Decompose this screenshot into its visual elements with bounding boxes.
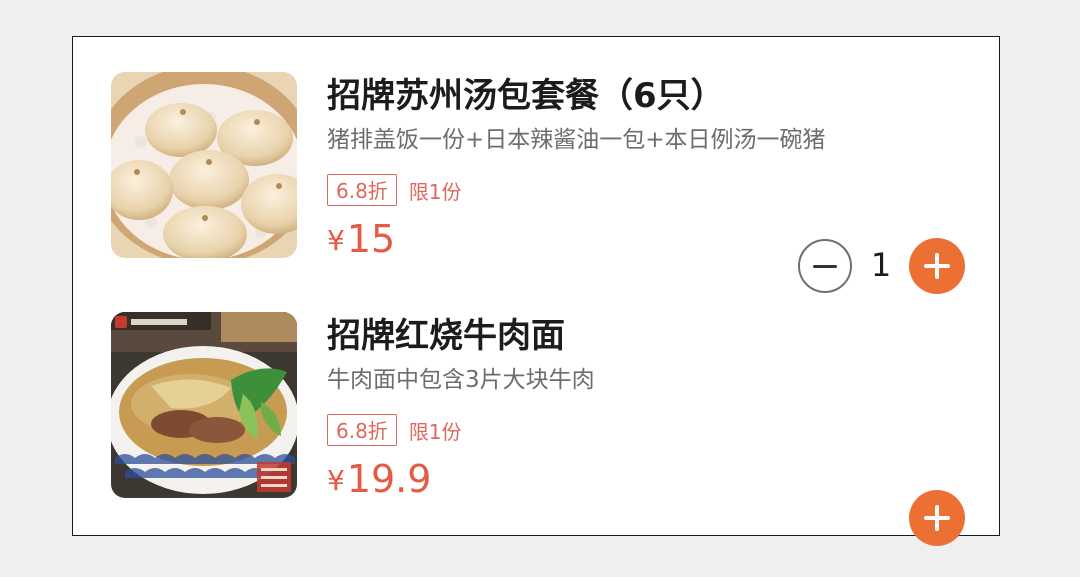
menu-item[interactable]: 招牌苏州汤包套餐（6只） 猪排盖饭一份+日本辣酱油一包+本日例汤一碗猪 6.8折… bbox=[73, 72, 999, 294]
item-name: 招牌苏州汤包套餐（6只） bbox=[327, 76, 725, 116]
item-price: ¥15 bbox=[327, 216, 395, 270]
discount-badge: 6.8折 bbox=[327, 174, 397, 206]
item-name: 招牌红烧牛肉面 bbox=[327, 316, 565, 356]
item-price: ¥19.9 bbox=[327, 456, 431, 510]
limit-label: 限1份 bbox=[408, 179, 462, 204]
menu-item[interactable]: 招牌红烧牛肉面 牛肉面中包含3片大块牛肉 6.8折 限1份 ¥19.9 bbox=[73, 312, 999, 546]
plus-icon[interactable] bbox=[909, 490, 965, 546]
discount-badge: 6.8折 bbox=[327, 414, 397, 446]
soup-dumplings-photo bbox=[111, 72, 297, 258]
promo-tags: 6.8折 限1份 bbox=[327, 412, 462, 448]
currency-symbol: ¥ bbox=[327, 464, 345, 497]
plus-icon[interactable] bbox=[909, 238, 965, 294]
promo-tags: 6.8折 限1份 bbox=[327, 172, 462, 208]
item-description: 猪排盖饭一份+日本辣酱油一包+本日例汤一碗猪 bbox=[327, 127, 826, 153]
currency-symbol: ¥ bbox=[327, 224, 345, 257]
price-value: 19.9 bbox=[346, 457, 432, 501]
limit-label: 限1份 bbox=[408, 419, 462, 444]
beef-noodle-soup-photo bbox=[111, 312, 297, 498]
item-description: 牛肉面中包含3片大块牛肉 bbox=[327, 367, 595, 393]
minus-icon[interactable] bbox=[798, 239, 852, 293]
menu-card: 招牌苏州汤包套餐（6只） 猪排盖饭一份+日本辣酱油一包+本日例汤一碗猪 6.8折… bbox=[72, 36, 1000, 546]
quantity-value: 1 bbox=[870, 246, 892, 284]
price-value: 15 bbox=[346, 217, 396, 261]
